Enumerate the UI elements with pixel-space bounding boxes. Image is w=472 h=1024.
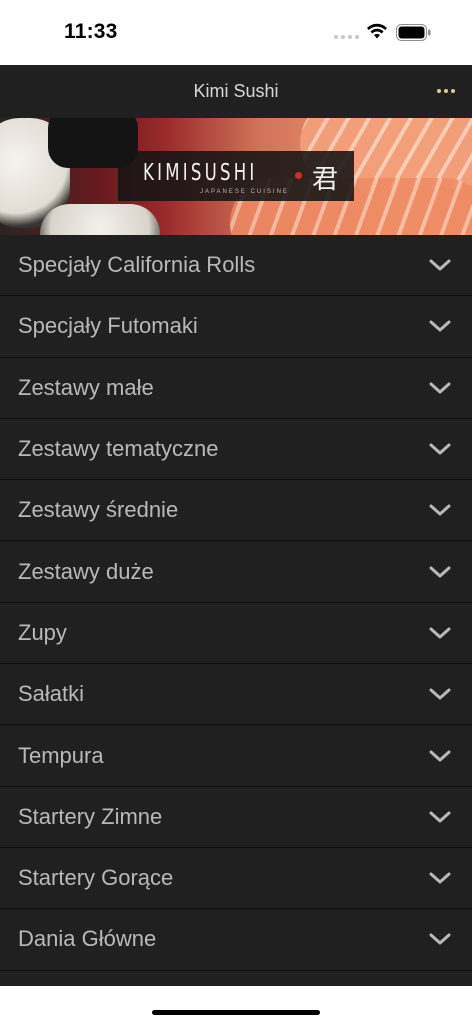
cellular-signal-icon [334, 35, 359, 39]
battery-icon [396, 24, 431, 41]
chevron-down-icon [429, 933, 451, 945]
category-item[interactable]: Zestawy duże [0, 541, 472, 603]
logo-text: KIMISUSHI [143, 160, 258, 186]
wifi-icon [367, 23, 387, 39]
category-item[interactable]: Zestawy średnie [0, 480, 472, 542]
home-indicator-area [0, 986, 472, 1024]
category-label: Sałatki [18, 681, 85, 707]
logo-kanji: 君 [312, 165, 339, 195]
chevron-down-icon [429, 750, 451, 762]
navigation-bar: Kimi Sushi [0, 65, 472, 118]
more-options-button[interactable] [434, 79, 458, 103]
brand-logo: KIMISUSHI 君 JAPANESE CUISINE [118, 151, 354, 201]
nav-title: Kimi Sushi [193, 81, 279, 101]
ellipsis-icon [437, 89, 441, 93]
chevron-down-icon [429, 688, 451, 700]
category-item[interactable]: Specjały California Rolls [0, 235, 472, 297]
chevron-down-icon [429, 320, 451, 332]
chevron-down-icon [429, 259, 451, 271]
chevron-down-icon [429, 627, 451, 639]
sushi-roll-image [40, 204, 160, 235]
logo-subtitle: JAPANESE CUISINE [200, 189, 289, 195]
category-item[interactable]: Zupy [0, 603, 472, 665]
category-item[interactable]: Sałatki [0, 664, 472, 726]
status-bar: 11:33 [0, 0, 472, 65]
category-item[interactable]: Zestawy małe [0, 358, 472, 419]
logo-dot-icon [295, 172, 302, 179]
category-item[interactable]: Startery Zimne [0, 787, 472, 848]
category-label: Zestawy małe [18, 374, 154, 400]
category-label: Startery Gorące [18, 865, 174, 891]
chevron-down-icon [429, 443, 451, 455]
category-label: Tempura [18, 742, 104, 768]
category-label: Zestawy tematyczne [18, 436, 219, 462]
category-item[interactable]: Zestawy tematyczne [0, 419, 472, 481]
status-time: 11:33 [64, 20, 118, 43]
category-item[interactable]: Dania Główne [0, 909, 472, 971]
chevron-down-icon [429, 811, 451, 823]
chevron-down-icon [429, 382, 451, 394]
category-label: Specjały Futomaki [18, 313, 198, 339]
category-item[interactable]: Tempura [0, 725, 472, 787]
hero-banner: KIMISUSHI 君 JAPANESE CUISINE [0, 118, 472, 235]
category-label: Dania Główne [18, 926, 157, 952]
chevron-down-icon [429, 504, 451, 516]
category-list: Specjały California Rolls Specjały Futom… [0, 235, 472, 986]
category-label: Zupy [18, 619, 67, 645]
chevron-down-icon [429, 872, 451, 884]
category-label: Zestawy średnie [18, 497, 179, 523]
home-indicator[interactable] [152, 1010, 320, 1015]
chevron-down-icon [429, 566, 451, 578]
category-label: Specjały California Rolls [18, 252, 256, 278]
category-label: Startery Zimne [18, 803, 163, 829]
category-item[interactable]: Startery Gorące [0, 848, 472, 910]
category-item[interactable]: Specjały Futomaki [0, 296, 472, 358]
category-label: Zestawy duże [18, 558, 154, 584]
